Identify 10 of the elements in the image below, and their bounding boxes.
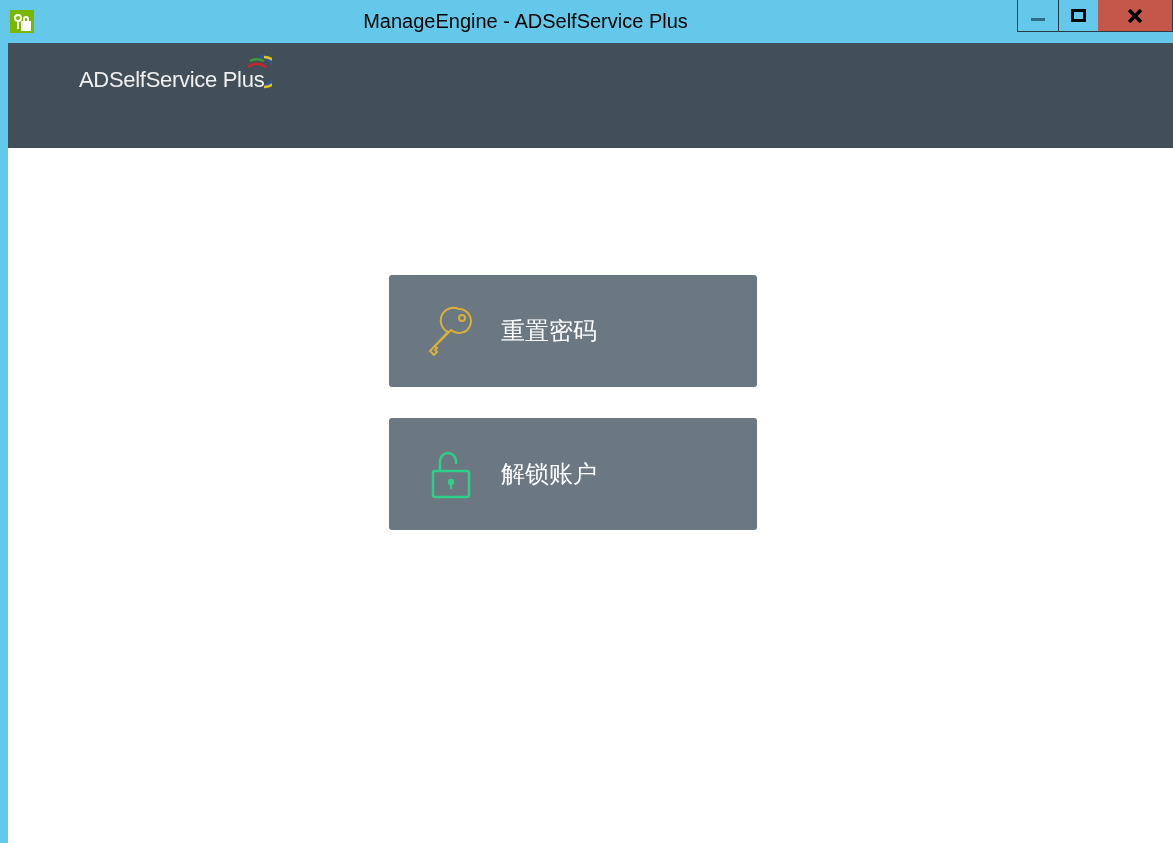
minimize-icon xyxy=(1031,18,1045,21)
close-icon xyxy=(1127,8,1143,23)
action-button[interactable]: 解锁账户 xyxy=(389,418,757,530)
close-button[interactable] xyxy=(1098,0,1172,31)
window-title: ManageEngine - ADSelfService Plus xyxy=(363,9,688,34)
unlocked-padlock-icon xyxy=(431,449,471,499)
app-icon xyxy=(10,10,34,33)
action-button[interactable]: 重置密码 xyxy=(389,275,757,387)
maximize-icon xyxy=(1071,9,1086,22)
app-logo: ADSelfService Plus xyxy=(79,53,273,96)
